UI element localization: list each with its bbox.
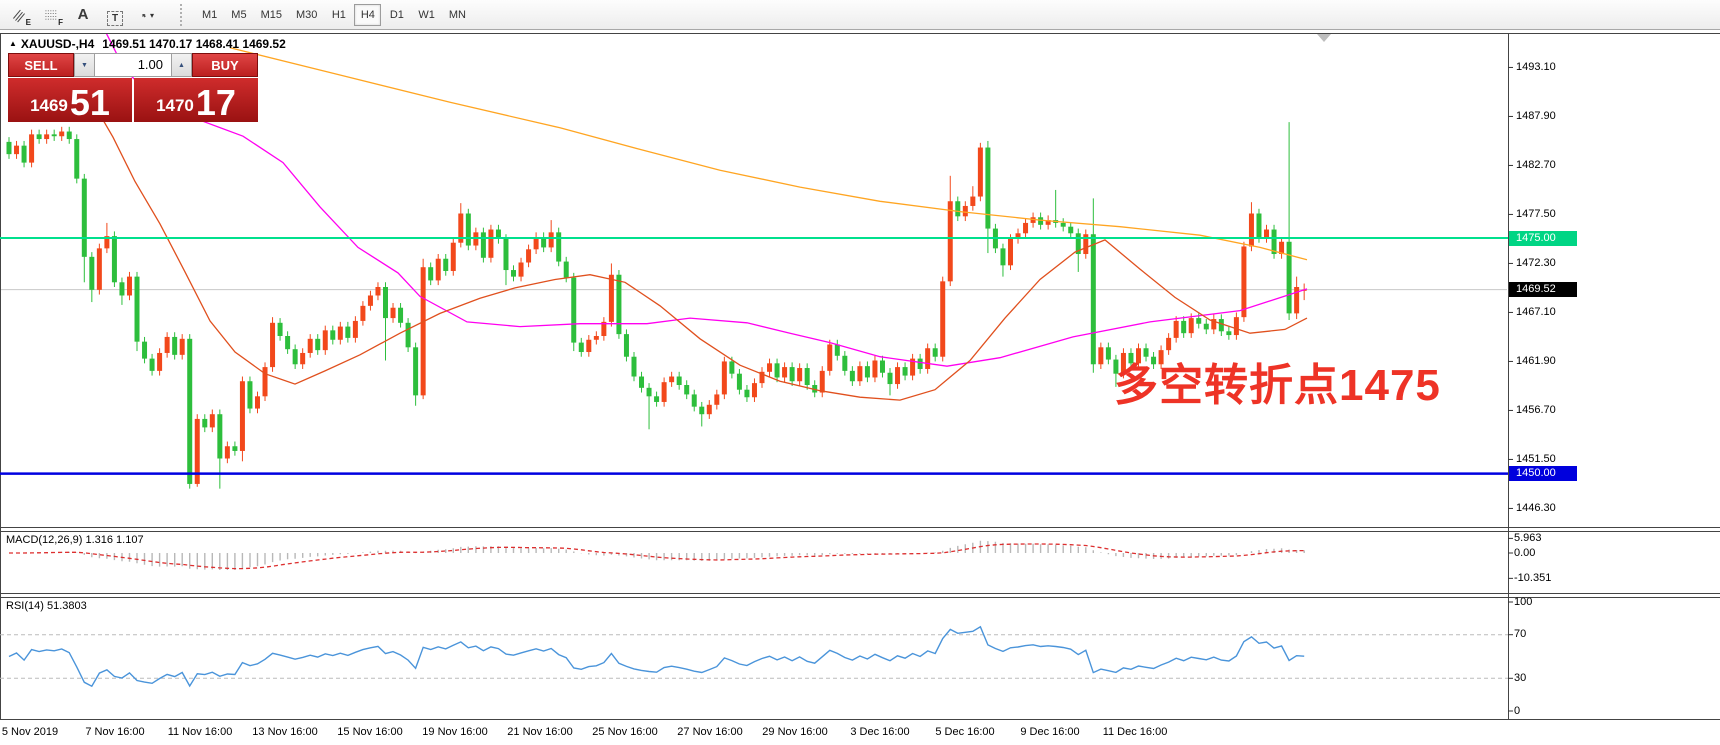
chart-canvas[interactable]	[0, 0, 1720, 745]
moving-average	[106, 33, 1307, 367]
buy-price-main: 1470	[156, 96, 194, 116]
mt4-window: E F A T ▾ M1M5M15M30H1H4D1W1MN ▲XAUUSD-,…	[0, 0, 1720, 745]
one-click-trade-panel: SELL ▼ 1.00 ▲ BUY 1469 51 1470 17	[8, 53, 258, 122]
chart-shift-marker-icon[interactable]	[1317, 34, 1331, 42]
buy-price-box[interactable]: 1470 17	[134, 78, 258, 122]
ohlc-values: 1469.51 1470.17 1468.41 1469.52	[102, 37, 286, 51]
volume-stepper: ▼ 1.00 ▲	[74, 53, 192, 77]
symbol-label: XAUUSD-,H4	[21, 37, 94, 51]
chart-title: ▲ XAUUSD-,H4 1469.51 1470.17 1468.41 1469.…	[9, 37, 286, 51]
buy-price-pips: 17	[196, 88, 236, 119]
buy-button[interactable]: BUY	[192, 53, 258, 77]
moving-average	[230, 48, 1307, 260]
macd-histogram	[9, 541, 1304, 570]
volume-field[interactable]: 1.00	[95, 53, 171, 77]
volume-increase-button[interactable]: ▲	[171, 53, 192, 77]
sell-price-main: 1469	[30, 96, 68, 116]
sell-button[interactable]: SELL	[8, 53, 74, 77]
rsi-line	[9, 627, 1304, 686]
volume-decrease-button[interactable]: ▼	[74, 53, 95, 77]
collapse-arrow-icon[interactable]: ▲	[9, 39, 17, 48]
sell-price-box[interactable]: 1469 51	[8, 78, 132, 122]
sell-price-pips: 51	[70, 88, 110, 119]
